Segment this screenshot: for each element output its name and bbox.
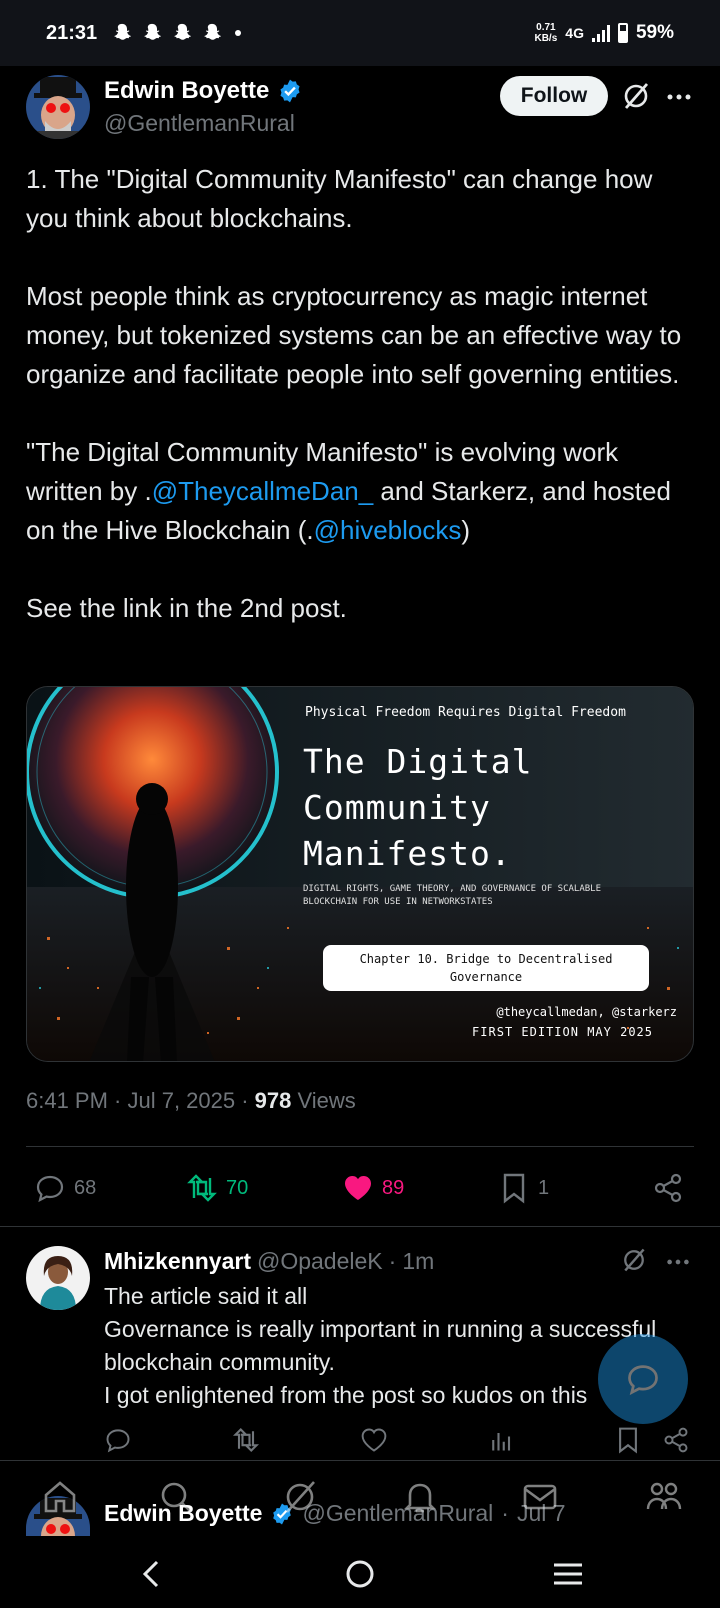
bottom-tab-bar: [0, 1460, 720, 1540]
home-circle-icon[interactable]: [340, 1554, 380, 1594]
media-authors: @theycallmedan, @starkerz: [496, 1005, 677, 1019]
mention-link[interactable]: @TheycallmeDan_: [152, 476, 373, 506]
reply-bookmark-button[interactable]: [614, 1426, 642, 1459]
reply-share-button[interactable]: [662, 1426, 690, 1459]
reply-repost-button[interactable]: [232, 1426, 260, 1459]
repost-button[interactable]: 70: [186, 1172, 248, 1204]
divider: [26, 1146, 694, 1147]
bookmark-button[interactable]: 1: [498, 1172, 549, 1204]
home-icon[interactable]: [40, 1477, 80, 1517]
communities-icon[interactable]: [644, 1477, 684, 1517]
divider: [0, 1226, 720, 1227]
system-navigation-bar: [0, 1540, 720, 1608]
media-edition: FIRST EDITION MAY 2025: [472, 1025, 653, 1039]
back-icon[interactable]: [132, 1554, 172, 1594]
post-meta: 6:41 PM · Jul 7, 2025 · 978 Views: [26, 1088, 356, 1113]
battery-icon: [617, 23, 628, 43]
more-options-icon[interactable]: [664, 1248, 692, 1276]
grok-icon[interactable]: [620, 80, 652, 112]
snapchat-notification-icon: [174, 23, 191, 40]
media-subtitle: DIGITAL RIGHTS, GAME THEORY, AND GOVERNA…: [303, 884, 602, 907]
media-tagline: Physical Freedom Requires Digital Freedo…: [305, 705, 626, 720]
reply-author-avatar[interactable]: [26, 1246, 90, 1310]
notifications-bell-icon[interactable]: [400, 1477, 440, 1517]
share-icon: [664, 1427, 688, 1453]
snapchat-notification-icon: [114, 23, 131, 40]
views-chart-icon: [492, 1433, 511, 1451]
author-handle[interactable]: @GentlemanRural: [104, 110, 295, 137]
post-paragraph: See the link in the 2nd post.: [26, 593, 347, 623]
post-paragraph: "The Digital Community Manifesto" is evo…: [26, 437, 671, 545]
repost-icon: [187, 1174, 217, 1202]
verified-badge-icon: [280, 79, 300, 103]
snapchat-notification-icon: [204, 23, 221, 40]
snapchat-notification-icon: [144, 23, 161, 40]
messages-mail-icon[interactable]: [520, 1477, 560, 1517]
author-avatar[interactable]: [26, 75, 90, 139]
share-icon: [654, 1173, 682, 1203]
like-button[interactable]: 89: [342, 1172, 404, 1204]
reply-actions: [0, 1426, 720, 1458]
bookmark-icon: [619, 1427, 637, 1454]
mention-link[interactable]: @hiveblocks: [314, 515, 462, 545]
post-body: 1. The "Digital Community Manifesto" can…: [26, 160, 698, 628]
share-button[interactable]: [652, 1172, 684, 1204]
status-bar: 21:31 0.71 KB/s 4G 59%: [0, 0, 720, 66]
reply-author-name[interactable]: Mhizkennyart: [104, 1248, 251, 1275]
reply-like-button[interactable]: [360, 1426, 388, 1459]
follow-button[interactable]: Follow: [500, 76, 608, 116]
search-icon[interactable]: [156, 1477, 196, 1517]
battery-percent: 59%: [635, 22, 674, 43]
compose-reply-button[interactable]: [598, 1334, 688, 1424]
repost-icon: [232, 1428, 260, 1452]
post-actions: 68 70 89 1: [0, 1168, 720, 1208]
heart-outline-icon: [361, 1428, 387, 1452]
signal-icon: [591, 24, 610, 42]
reply-author-handle[interactable]: @OpadeleK: [257, 1248, 383, 1275]
more-options-icon[interactable]: [664, 82, 694, 112]
recents-menu-icon[interactable]: [548, 1554, 588, 1594]
reply-icon: [106, 1429, 130, 1453]
network-type: 4G: [565, 25, 584, 41]
compose-icon: [628, 1365, 658, 1396]
more-notifications-dot: [235, 30, 242, 36]
grok-tab-icon[interactable]: [280, 1477, 320, 1517]
views-count: 978: [254, 1088, 292, 1113]
media-title: The Digital Community Manifesto.: [303, 742, 533, 873]
reply-reply-button[interactable]: [104, 1426, 132, 1459]
author-name[interactable]: Edwin Boyette: [104, 77, 303, 105]
reply-header: Mhizkennyart @OpadeleK · 1m: [104, 1248, 435, 1275]
status-time: 21:31: [46, 21, 98, 44]
bookmark-icon: [503, 1173, 525, 1204]
grok-icon[interactable]: [620, 1246, 648, 1274]
post-paragraph: 1. The "Digital Community Manifesto" can…: [26, 164, 653, 233]
post-paragraph: Most people think as cryptocurrency as m…: [26, 281, 682, 389]
reply-button[interactable]: 68: [34, 1172, 96, 1204]
post-media-image[interactable]: Physical Freedom Requires Digital Freedo…: [26, 686, 694, 1062]
media-chapter-label: Chapter 10. Bridge to Decentralised Gove…: [323, 945, 649, 991]
reply-views-button[interactable]: [488, 1426, 516, 1459]
reply-time: 1m: [402, 1248, 435, 1274]
network-speed: 0.71 KB/s: [534, 22, 558, 44]
reply-icon: [36, 1175, 64, 1203]
heart-icon: [345, 1176, 371, 1200]
